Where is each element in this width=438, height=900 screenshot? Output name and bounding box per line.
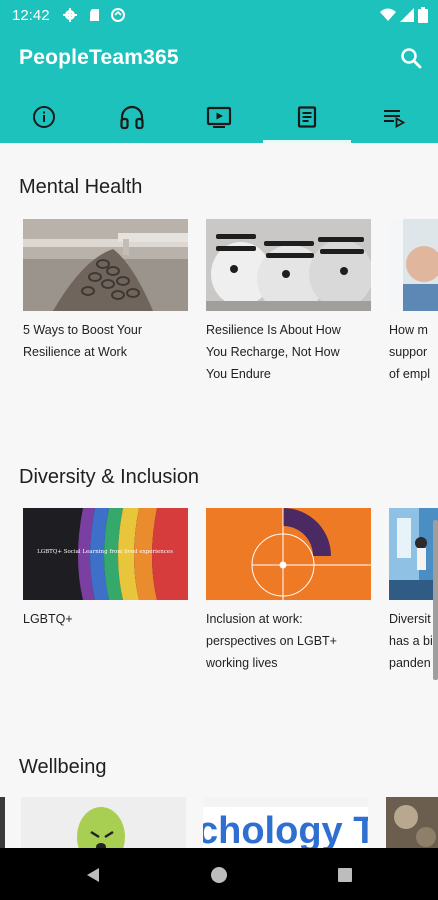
- cellular-signal-icon: [400, 8, 414, 22]
- tab-articles[interactable]: [263, 90, 351, 143]
- card-title: 5 Ways to Boost Your Resilience at Work: [23, 323, 143, 359]
- headphones-icon: [120, 105, 144, 129]
- scrollbar[interactable]: [433, 520, 438, 680]
- section-title-wellbeing: Wellbeing: [19, 756, 107, 778]
- thumbnail-caption: LGBTQ+ Social Learning from lived experi…: [37, 549, 173, 555]
- card-title: LGBTQ+: [23, 612, 73, 626]
- card-thumbnail: [206, 219, 371, 311]
- card-thumbnail: [0, 797, 5, 848]
- card-thumbnail: [386, 797, 438, 848]
- sd-card-icon: [90, 9, 99, 21]
- content-area[interactable]: Mental Health 5 Ways to Boost Your Resil…: [0, 143, 438, 848]
- recents-square-icon: [338, 868, 352, 882]
- wifi-icon: [380, 8, 396, 21]
- card-diversity-2[interactable]: Inclusion at work: perspectives on LGBT+…: [206, 508, 371, 674]
- card-wellbeing-1[interactable]: [21, 797, 186, 848]
- settings-gear-icon: [63, 8, 77, 22]
- video-player-icon: [206, 106, 232, 128]
- card-wellbeing-3[interactable]: [386, 797, 438, 848]
- battery-icon: [418, 7, 428, 23]
- card-title: Diversit has a bi panden: [389, 612, 433, 670]
- card-wellbeing-2[interactable]: chology T: [203, 797, 368, 848]
- card-thumbnail: [389, 508, 438, 600]
- card-mental-health-2[interactable]: Resilience Is About How You Recharge, No…: [206, 219, 371, 385]
- article-icon: [297, 105, 317, 128]
- search-icon[interactable]: [398, 45, 424, 71]
- home-button[interactable]: [204, 860, 234, 890]
- tab-info[interactable]: [0, 90, 88, 143]
- info-icon: [33, 105, 55, 128]
- tab-video[interactable]: [175, 90, 263, 143]
- playlist-icon: [384, 109, 406, 128]
- app-bar: 12:42 PeopleTeam365: [0, 0, 438, 143]
- status-bar: 12:42: [0, 0, 438, 30]
- card-diversity-1[interactable]: LGBTQ+ Social Learning from lived experi…: [23, 508, 188, 630]
- card-thumbnail: chology T: [203, 797, 368, 848]
- tab-audio[interactable]: [88, 90, 176, 143]
- card-thumbnail: [389, 219, 438, 311]
- home-circle-icon: [211, 867, 227, 883]
- card-title: How m suppor of empl: [389, 323, 430, 381]
- app-title: PeopleTeam365: [19, 46, 179, 69]
- back-button[interactable]: [78, 860, 108, 890]
- data-saver-icon: [111, 8, 125, 22]
- recents-button[interactable]: [330, 860, 360, 890]
- card-thumbnail: [23, 219, 188, 311]
- back-triangle-icon: [87, 868, 99, 882]
- card-wellbeing-0[interactable]: [0, 797, 5, 848]
- tab-bar: [0, 90, 438, 143]
- card-title: Resilience Is About How You Recharge, No…: [206, 323, 341, 381]
- section-title-mental-health: Mental Health: [19, 176, 143, 198]
- system-nav-bar: [0, 848, 438, 900]
- card-thumbnail: [21, 797, 186, 848]
- card-mental-health-1[interactable]: 5 Ways to Boost Your Resilience at Work: [23, 219, 188, 363]
- thumbnail-caption: chology T: [203, 810, 368, 848]
- card-title: Inclusion at work: perspectives on LGBT+…: [206, 612, 337, 670]
- tab-playlist[interactable]: [350, 90, 438, 143]
- card-diversity-3[interactable]: Diversit has a bi panden: [389, 508, 438, 674]
- card-thumbnail: LGBTQ+ Social Learning from lived experi…: [23, 508, 188, 600]
- status-time: 12:42: [12, 7, 50, 24]
- section-title-diversity-inclusion: Diversity & Inclusion: [19, 466, 200, 488]
- card-thumbnail: [206, 508, 371, 600]
- card-mental-health-3[interactable]: How m suppor of empl: [389, 219, 438, 385]
